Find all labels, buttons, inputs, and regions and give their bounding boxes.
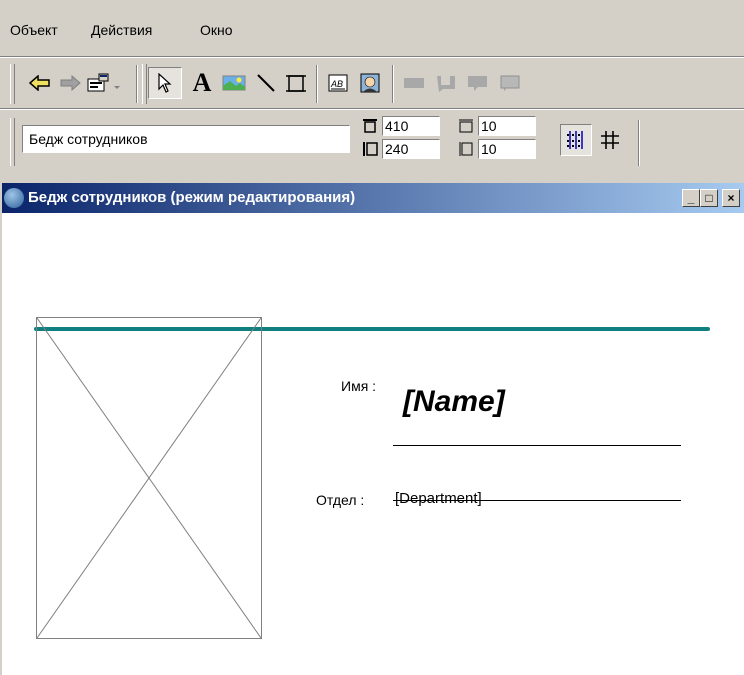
height-icon — [363, 142, 378, 156]
toolbar-separator — [638, 120, 640, 166]
dropdown-arrow-icon[interactable] — [108, 67, 126, 99]
width-icon — [363, 119, 377, 133]
toolbar-divider — [0, 108, 744, 110]
rectangle-tool-icon[interactable] — [280, 67, 312, 99]
name-value-field[interactable]: [Name] — [403, 385, 505, 419]
width-value[interactable]: 410 — [382, 116, 440, 136]
text-field-icon[interactable]: AB — [322, 67, 354, 99]
name-label[interactable]: Имя : — [341, 378, 376, 394]
department-label[interactable]: Отдел : — [316, 492, 364, 508]
toolbar-separator — [392, 65, 394, 103]
document-window: Бедж сотрудников (режим редактирования) … — [0, 181, 744, 675]
badge-canvas[interactable]: Имя : [Name] Отдел : [Department] — [16, 213, 744, 675]
photo-field-icon[interactable] — [354, 67, 386, 99]
gray-block-icon[interactable] — [398, 67, 430, 99]
main-toolbar: A AB — [10, 61, 744, 107]
grid-y-value[interactable]: 10 — [478, 139, 536, 159]
snap-to-grid-icon[interactable] — [560, 124, 592, 156]
image-tool-icon[interactable] — [218, 67, 250, 99]
grid-y-icon — [459, 142, 473, 156]
department-value-field[interactable]: [Department] — [395, 490, 482, 507]
toolbar-grip[interactable] — [10, 64, 15, 104]
photo-placeholder-cross-icon — [37, 318, 261, 638]
grid-x-icon — [459, 119, 473, 133]
line-tool-icon[interactable] — [250, 67, 282, 99]
gray-note-icon[interactable] — [494, 67, 526, 99]
department-underline[interactable] — [393, 500, 681, 501]
toolbar-grip[interactable] — [142, 64, 147, 104]
name-underline[interactable] — [393, 445, 681, 446]
object-name-field[interactable]: Бедж сотрудников — [22, 125, 350, 153]
window-title: Бедж сотрудников (режим редактирования) — [28, 189, 356, 206]
window-left-border — [2, 213, 17, 675]
height-field[interactable]: 240 — [360, 138, 444, 160]
toolbar-separator — [316, 65, 318, 103]
gray-callout-icon[interactable] — [462, 67, 494, 99]
minimize-button[interactable]: _ — [682, 189, 700, 207]
window-titlebar[interactable]: Бедж сотрудников (режим редактирования) … — [2, 183, 744, 213]
menu-object[interactable]: Объект — [10, 22, 58, 38]
propbar-grip[interactable] — [10, 118, 15, 166]
photo-placeholder[interactable] — [36, 317, 262, 639]
menu-actions[interactable]: Действия — [91, 22, 152, 38]
height-value[interactable]: 240 — [382, 139, 440, 159]
pointer-icon[interactable] — [148, 67, 182, 99]
close-button[interactable]: × — [722, 189, 740, 207]
window-app-icon[interactable] — [4, 188, 24, 208]
grid-x-value[interactable]: 10 — [478, 116, 536, 136]
grid-y-field[interactable]: 10 — [456, 138, 540, 160]
toolbar-separator — [136, 65, 138, 103]
width-field[interactable]: 410 — [360, 115, 444, 137]
property-bar: Бедж сотрудников 410 240 10 10 — [10, 112, 744, 174]
svg-text:AB: AB — [330, 79, 343, 89]
menu-bar: Объект Действия Окно — [0, 0, 744, 58]
back-arrow-icon[interactable] — [24, 67, 56, 99]
grid-x-field[interactable]: 10 — [456, 115, 540, 137]
maximize-button[interactable]: □ — [700, 189, 718, 207]
text-tool-icon[interactable]: A — [186, 67, 218, 99]
show-grid-icon[interactable] — [594, 124, 626, 156]
menu-divider — [0, 56, 744, 58]
gray-bracket-icon[interactable] — [430, 67, 462, 99]
menu-window[interactable]: Окно — [200, 22, 233, 38]
